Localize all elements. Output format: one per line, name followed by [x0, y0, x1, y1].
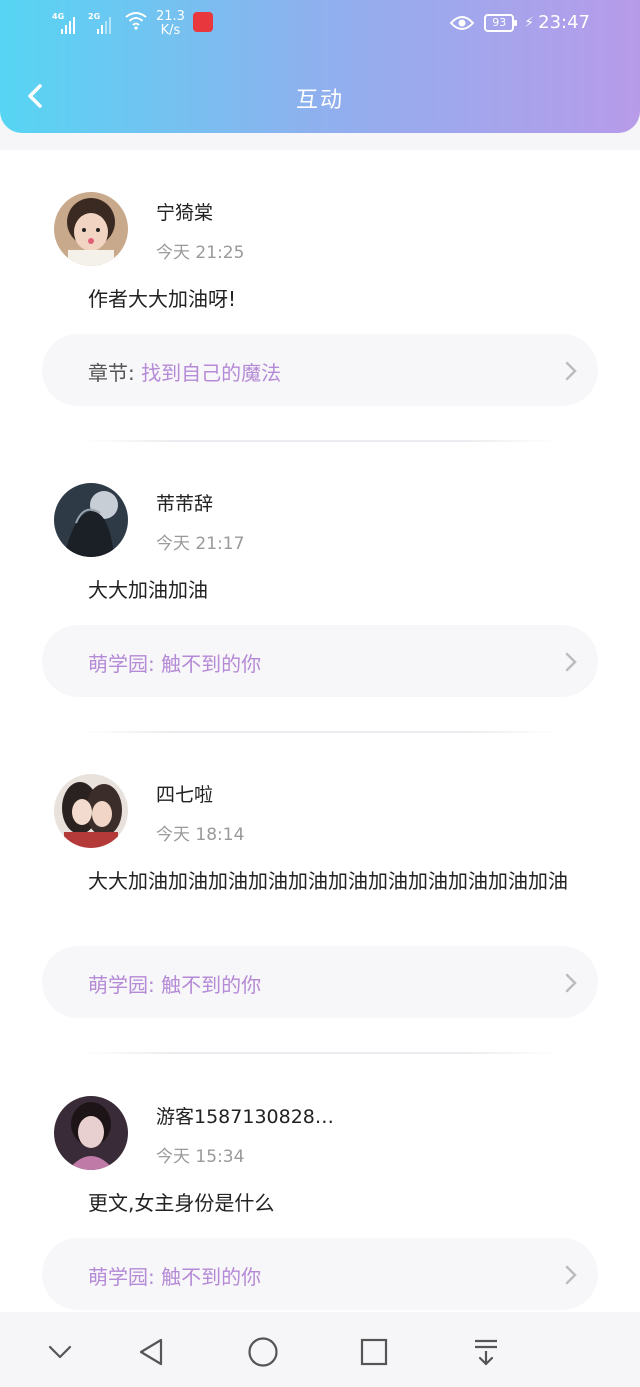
chapter-link[interactable]: 萌学园: 触不到的你: [42, 1238, 598, 1310]
avatar[interactable]: [54, 1096, 128, 1170]
eye-icon: [450, 15, 475, 30]
avatar[interactable]: [54, 483, 128, 557]
app-notification-icon: [192, 12, 213, 32]
status-right: 93 ⚡ 23:47: [450, 12, 590, 33]
chip-label: 章节: 找到自己的魔法: [88, 357, 281, 386]
battery-icon: 93: [484, 13, 518, 32]
top-header: 4G 2G 21.3 K/s 93 ⚡ 23:47 互动: [0, 0, 640, 133]
comment-time: 今天 18:14: [156, 825, 245, 845]
chapter-link[interactable]: 萌学园: 触不到的你: [42, 946, 598, 1018]
speed-unit: K/s: [160, 23, 181, 38]
status-time: 23:47: [538, 12, 590, 33]
status-left: 4G 2G 21.3 K/s: [52, 10, 213, 38]
recents-square-icon[interactable]: [354, 1332, 394, 1372]
signal-strength-icon: 4G: [52, 10, 80, 34]
chip-title: 触不到的你: [161, 973, 262, 997]
wifi-icon: [125, 12, 147, 30]
comment-card: 游客1587130828… 今天 15:34 更文,女主身份是什么 萌学园: 触…: [0, 1054, 640, 1312]
chip-title: 找到自己的魔法: [141, 361, 282, 385]
comment-list[interactable]: 宁猗棠 今天 21:25 作者大大加油呀! 章节: 找到自己的魔法 芾芾辞 今天…: [0, 150, 640, 1312]
chip-prefix: 萌学园:: [88, 652, 155, 676]
user-name: 四七啦: [156, 784, 214, 806]
comment-card: 四七啦 今天 18:14 大大加油加油加油加油加油加油加油加油加油加油加油 萌学…: [0, 732, 640, 1052]
chevron-right-icon: [565, 1265, 577, 1285]
chevron-right-icon: [565, 652, 577, 672]
battery-level: 93: [492, 15, 507, 29]
chip-prefix: 章节:: [88, 361, 135, 385]
chip-label: 萌学园: 触不到的你: [88, 648, 261, 677]
chip-prefix: 萌学园:: [88, 1265, 155, 1289]
chip-label: 萌学园: 触不到的你: [88, 1261, 261, 1290]
avatar[interactable]: [54, 774, 128, 848]
comment-text: 大大加油加油加油加油加油加油加油加油加油加油加油: [88, 869, 568, 893]
home-circle-icon[interactable]: [243, 1332, 283, 1372]
user-name: 宁猗棠: [156, 202, 214, 224]
back-triangle-icon[interactable]: [131, 1332, 171, 1372]
chapter-link[interactable]: 萌学园: 触不到的你: [42, 625, 598, 697]
status-bar: 4G 2G 21.3 K/s 93 ⚡ 23:47: [0, 0, 640, 48]
speed-value: 21.3: [156, 9, 185, 24]
comment-time: 今天 21:25: [156, 243, 245, 263]
comment-time: 今天 15:34: [156, 1147, 245, 1167]
comment-time: 今天 21:17: [156, 534, 245, 554]
chip-title: 触不到的你: [161, 652, 262, 676]
comment-card: 宁猗棠 今天 21:25 作者大大加油呀! 章节: 找到自己的魔法: [0, 150, 640, 441]
download-menu-icon[interactable]: [466, 1332, 506, 1372]
chevron-right-icon: [565, 361, 577, 381]
signal-strength-icon-2: 2G: [88, 10, 116, 34]
chapter-link[interactable]: 章节: 找到自己的魔法: [42, 334, 598, 406]
chip-prefix: 萌学园:: [88, 973, 155, 997]
user-name: 芾芾辞: [156, 493, 214, 515]
chevron-right-icon: [565, 973, 577, 993]
network-speed: 21.3 K/s: [156, 10, 185, 38]
comment-text: 作者大大加油呀!: [88, 287, 237, 311]
page-title: 互动: [295, 88, 344, 113]
avatar[interactable]: [54, 192, 128, 266]
comment-text: 更文,女主身份是什么: [88, 1191, 275, 1215]
chevron-down-icon[interactable]: [40, 1332, 80, 1372]
comment-text: 大大加油加油: [88, 578, 208, 602]
user-name: 游客1587130828…: [156, 1106, 334, 1128]
chip-label: 萌学园: 触不到的你: [88, 969, 261, 998]
charging-icon: ⚡: [524, 14, 535, 31]
chip-title: 触不到的你: [161, 1265, 262, 1289]
comment-card: 芾芾辞 今天 21:17 大大加油加油 萌学园: 触不到的你: [0, 441, 640, 732]
system-nav-bar: [0, 1312, 640, 1387]
